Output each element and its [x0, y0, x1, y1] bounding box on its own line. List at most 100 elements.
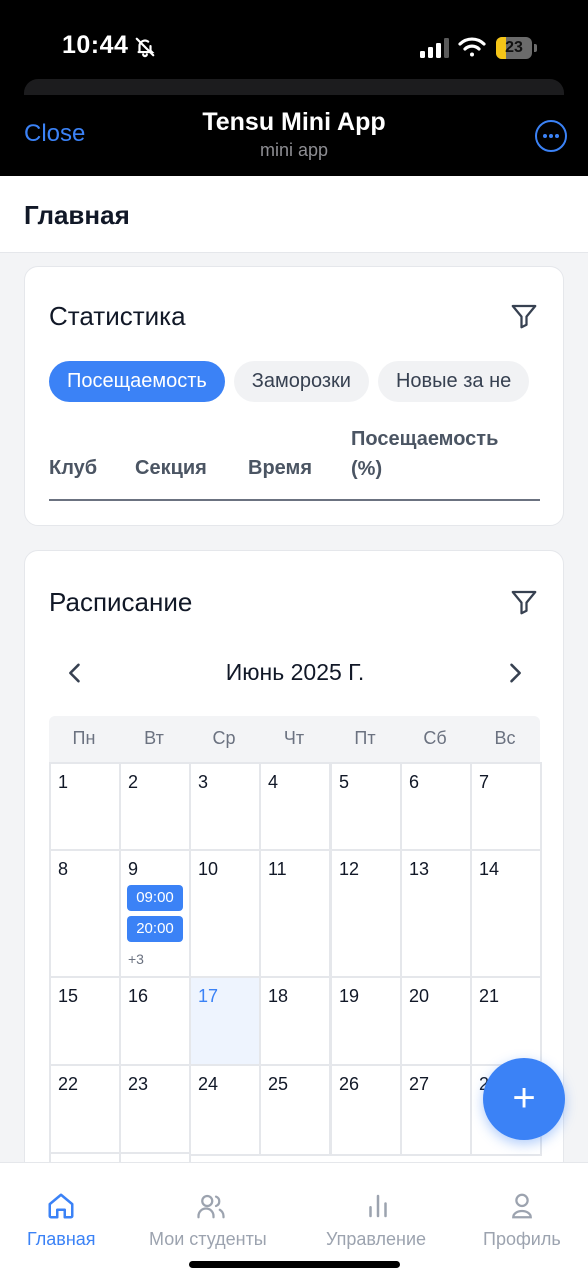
statistics-table-header: Клуб Секция Время Посещаемость (%): [49, 427, 540, 501]
day-number: 2: [128, 772, 139, 792]
app-subtitle: mini app: [259, 140, 329, 160]
nav-item-home[interactable]: Главная: [0, 1163, 122, 1263]
filter-icon[interactable]: [509, 301, 539, 331]
muted-bell-icon: [135, 37, 155, 58]
calendar-day-cell[interactable]: 15: [49, 976, 121, 1068]
calendar-day-cell[interactable]: 11: [259, 849, 331, 980]
page-title: Главная: [24, 200, 130, 230]
calendar-day-cell[interactable]: 8: [49, 849, 121, 980]
calendar-day-cell[interactable]: 26: [330, 1064, 402, 1156]
day-number: 24: [198, 1074, 219, 1094]
page-header: Главная: [0, 176, 588, 253]
calendar-day-cell[interactable]: 7: [470, 762, 542, 853]
calendar-grid: 1 2 3 4 5 6 7 8 9 09:00 20:00 +3 10 11 12 13 14 15 16 17 18 1…: [49, 762, 542, 1189]
calendar-day-cell[interactable]: 17: [189, 976, 261, 1068]
weekday-label: Сб: [423, 728, 447, 748]
calendar-day-cell[interactable]: 14: [470, 849, 542, 980]
calendar-day-cell[interactable]: 18: [259, 976, 331, 1068]
weekday-label: Чт: [283, 728, 305, 748]
filter-icon[interactable]: [509, 587, 539, 617]
day-number: 12: [339, 859, 360, 879]
wifi-icon: [458, 37, 486, 57]
nav-label-management: Управление: [326, 1229, 427, 1249]
weekday-label: Пн: [72, 728, 96, 748]
calendar-day-cell[interactable]: 23: [119, 1064, 191, 1156]
add-button[interactable]: +: [483, 1058, 565, 1140]
plus-icon: +: [512, 1076, 536, 1120]
calendar-day-cell[interactable]: 9 09:00 20:00 +3: [119, 849, 191, 980]
event-chip[interactable]: 20:00: [127, 916, 183, 942]
nav-label-profile: Профиль: [483, 1229, 561, 1249]
calendar-day-cell[interactable]: 27: [400, 1064, 472, 1156]
column-section: Секция: [135, 457, 207, 479]
calendar-day-cell[interactable]: 12: [330, 849, 402, 980]
nav-item-students[interactable]: Мои студенты: [140, 1163, 280, 1263]
calendar-day-cell[interactable]: 4: [259, 762, 331, 853]
sheet-handle: [24, 79, 564, 95]
calendar-day-cell[interactable]: 2: [119, 762, 191, 853]
day-number: 18: [268, 986, 289, 1006]
calendar-day-cell[interactable]: 16: [119, 976, 191, 1068]
calendar-day-cell[interactable]: 10: [189, 849, 261, 980]
calendar-day-cell[interactable]: 25: [259, 1064, 331, 1156]
day-number: 8: [58, 859, 69, 879]
bar-chart-icon: [369, 1194, 387, 1218]
weekday-label: Ср: [212, 728, 236, 748]
calendar-day-cell[interactable]: 24: [189, 1064, 261, 1156]
event-chip[interactable]: 09:00: [127, 885, 183, 911]
signal-icon: [420, 38, 449, 58]
calendar-day-cell[interactable]: 22: [49, 1064, 121, 1156]
nav-label-students: Мои студенты: [149, 1229, 267, 1249]
day-number: 1: [58, 772, 69, 792]
day-number: 20: [409, 986, 430, 1006]
day-number: 17: [198, 986, 219, 1006]
day-number: 13: [409, 859, 430, 879]
month-label: Июнь 2025 Г.: [225, 659, 365, 685]
column-attendance: Посещаемость (%): [351, 428, 499, 480]
calendar-day-cell[interactable]: 13: [400, 849, 472, 980]
battery-level: 23: [505, 39, 523, 56]
day-number: 26: [339, 1074, 360, 1094]
weekday-label: Вт: [144, 728, 164, 748]
month-navigation: Июнь 2025 Г.: [25, 651, 563, 695]
more-events-count[interactable]: +3: [128, 951, 144, 967]
column-club: Клуб: [49, 457, 98, 479]
day-number: 6: [409, 772, 420, 792]
calendar-day-cell[interactable]: 19: [330, 976, 402, 1068]
calendar-day-cell[interactable]: 1: [49, 762, 121, 853]
users-icon: [197, 1194, 225, 1219]
day-number: 15: [58, 986, 79, 1006]
day-number: 25: [268, 1074, 289, 1094]
battery-indicator: 23: [496, 37, 538, 59]
column-time: Время: [248, 457, 312, 479]
day-number: 5: [339, 772, 350, 792]
calendar-day-cell[interactable]: 21: [470, 976, 542, 1068]
calendar-day-cell[interactable]: 6: [400, 762, 472, 853]
nav-item-management[interactable]: Управление: [318, 1163, 438, 1263]
day-number: 9: [128, 859, 139, 879]
nav-label-home: Главная: [27, 1229, 96, 1249]
statistics-tabs: Посещаемость Заморозки Новые за не: [49, 361, 540, 403]
day-number: 22: [58, 1074, 79, 1094]
calendar-day-cell[interactable]: 5: [330, 762, 402, 853]
day-number: 10: [198, 859, 219, 879]
home-indicator: [189, 1261, 400, 1268]
statistics-title: Статистика: [49, 301, 186, 331]
nav-item-profile[interactable]: Профиль: [470, 1163, 580, 1263]
more-options-icon[interactable]: [535, 120, 567, 152]
weekday-label: Вс: [494, 728, 516, 748]
tab-freezes[interactable]: Заморозки: [233, 361, 369, 402]
tab-new[interactable]: Новые за не: [377, 361, 530, 402]
day-number: 19: [339, 986, 360, 1006]
calendar-day-cell[interactable]: 20: [400, 976, 472, 1068]
day-number: 23: [128, 1074, 149, 1094]
status-time: 10:44: [62, 31, 129, 59]
day-number: 27: [409, 1074, 430, 1094]
app-title: Tensu Mini App: [202, 108, 386, 136]
day-number: 7: [479, 772, 490, 792]
tab-attendance[interactable]: Посещаемость: [49, 361, 225, 402]
day-number: 21: [479, 986, 500, 1006]
chevron-right-icon[interactable]: [501, 659, 529, 687]
calendar-day-cell[interactable]: 3: [189, 762, 261, 853]
day-number: 3: [198, 772, 209, 792]
